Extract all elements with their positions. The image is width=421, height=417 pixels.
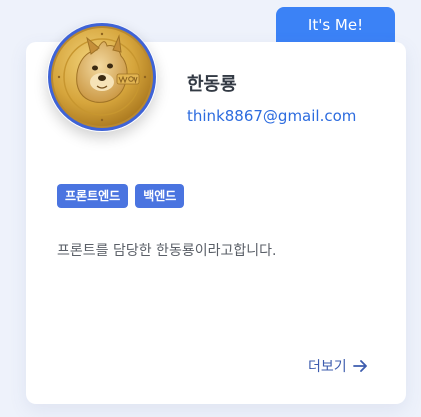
more-link[interactable]: 더보기 [308, 356, 369, 376]
doge-coin-avatar-icon [47, 22, 157, 132]
profile-email[interactable]: think8867@gmail.com [187, 107, 356, 125]
tag-backend: 백엔드 [135, 184, 185, 208]
profile-description: 프론트를 담당한 한동룡이라고합니다. [57, 243, 277, 259]
tag-list: 프론트엔드 백엔드 [57, 184, 185, 208]
more-label: 더보기 [308, 359, 347, 375]
its-me-label: It's Me! [307, 16, 364, 34]
its-me-badge[interactable]: It's Me! [276, 7, 395, 47]
profile-name: 한동룡 [187, 74, 237, 95]
arrow-right-icon [352, 360, 369, 372]
tag-frontend: 프론트엔드 [57, 184, 129, 208]
